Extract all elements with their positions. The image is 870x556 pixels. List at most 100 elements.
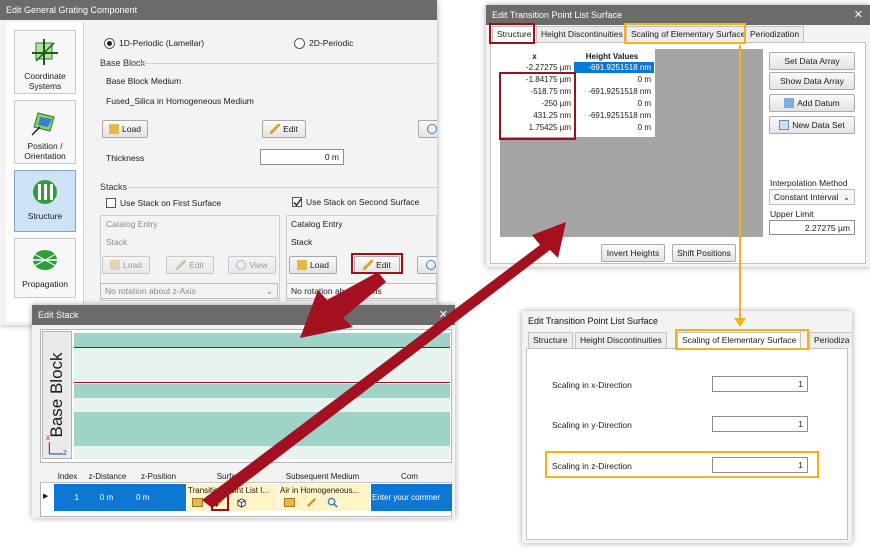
first-rotation-dropdown[interactable]: No rotation about z-Axis ⌄: [100, 283, 278, 299]
grid-x-3[interactable]: -250 µm: [500, 98, 574, 109]
magnifier-icon: [426, 124, 437, 134]
grid-x-0[interactable]: -2.27275 µm: [500, 62, 574, 73]
first-stack-label: Stack: [106, 237, 128, 247]
base-block-medium-label: Base Block Medium: [106, 76, 182, 86]
medium-load-icon[interactable]: [284, 498, 295, 507]
col-header-x: x: [532, 52, 537, 61]
chevron-down-icon: ⌄: [842, 192, 850, 202]
axis-label-z: z: [63, 448, 67, 457]
grid-x-2[interactable]: -518.75 nm: [500, 86, 574, 97]
folder-icon: [297, 260, 308, 270]
upper-limit-input[interactable]: 2.27275 µm: [769, 220, 855, 235]
radio-1d-periodic[interactable]: [104, 38, 115, 49]
scaling-window: Edit Transition Point List Surface Struc…: [522, 311, 852, 543]
upper-limit-label: Upper Limit: [770, 209, 814, 219]
use-stack-first-checkbox[interactable]: [106, 198, 116, 208]
magnifier-icon: [425, 260, 436, 270]
structure-icon: [33, 180, 57, 204]
scaling-y-input[interactable]: 1: [712, 416, 808, 432]
second-stack-view-button[interactable]: [417, 256, 437, 274]
stack-titlebar: Edit Stack ✕: [32, 305, 455, 325]
stack-layer-3: [74, 384, 450, 398]
sidebar-label-position-orientation: Position / Orientation: [24, 141, 66, 161]
sidebar-item-propagation[interactable]: Propagation: [14, 238, 76, 298]
scaling-title: Edit Transition Point List Surface: [528, 316, 659, 326]
scaling-z-label: Scaling in z-Direction: [552, 461, 632, 471]
row-z-position: 0 m: [136, 493, 150, 502]
use-stack-second-checkbox[interactable]: [292, 197, 302, 207]
invert-heights-button[interactable]: Invert Heights: [601, 244, 665, 262]
row-surface: Transition Point List I...: [188, 486, 270, 495]
position-orientation-icon: [31, 112, 55, 136]
radio-2d-periodic[interactable]: [294, 38, 305, 49]
second-stack-load-button[interactable]: Load: [289, 256, 337, 274]
medium-edit-pencil-icon[interactable]: [306, 497, 317, 508]
close-icon[interactable]: ✕: [439, 305, 448, 325]
second-rotation-dropdown[interactable]: No rotation about z-Axis: [286, 283, 437, 299]
show-data-array-button[interactable]: Show Data Array: [769, 72, 855, 90]
pencil-icon: [363, 260, 374, 270]
base-block-view-button[interactable]: [418, 120, 437, 138]
medium-magnifier-icon[interactable]: [327, 497, 338, 508]
second-catalog-entry-label: Catalog Entry: [291, 219, 343, 229]
base-block-load-button[interactable]: Load: [102, 120, 148, 138]
grid-h-5[interactable]: 0 m: [574, 122, 654, 133]
sidebar-item-coordinate-systems[interactable]: Coordinate Systems: [14, 30, 76, 94]
col-header-z-distance: z-Distance: [88, 472, 127, 481]
interpolation-method-label: Interpolation Method: [770, 178, 848, 188]
scaling-z-input[interactable]: 1: [712, 457, 808, 473]
tab-height-discontinuities-2[interactable]: Height Discontinuities: [575, 332, 667, 348]
stack-layer-6: [74, 446, 450, 459]
sidebar-item-position-orientation[interactable]: Position / Orientation: [14, 100, 76, 164]
tab-scaling-elementary[interactable]: Scaling of Elementary Surface: [626, 26, 751, 42]
axis-label-x: x: [46, 433, 50, 442]
stack-title: Edit Stack: [38, 310, 79, 320]
new-data-set-button[interactable]: New Data Set: [769, 116, 855, 134]
sidebar-label-structure: Structure: [27, 211, 63, 221]
shift-positions-button[interactable]: Shift Positions: [672, 244, 736, 262]
col-header-comment: Com: [401, 472, 418, 481]
second-stack-label: Stack: [291, 237, 313, 247]
tpl-window: Edit Transition Point List Surface ✕ Stru…: [486, 5, 870, 267]
col-header-z-position: z-Position: [140, 472, 177, 481]
grating-window: Edit General Grating Component Coordinat…: [0, 0, 437, 325]
tab-structure[interactable]: Structure: [492, 26, 537, 42]
first-stack-edit-button[interactable]: Edit: [166, 256, 214, 274]
scaling-x-input[interactable]: 1: [712, 376, 808, 392]
grid-h-4[interactable]: -691.9251518 nm: [574, 110, 654, 121]
chevron-down-icon: ⌄: [265, 286, 273, 296]
col-header-index: Index: [57, 472, 78, 481]
grid-x-4[interactable]: 431.25 nm: [500, 110, 574, 121]
surface-edit-pencil-icon[interactable]: [214, 497, 225, 508]
base-block-edit-button[interactable]: Edit: [262, 120, 306, 138]
grid-x-5[interactable]: 1.75425 µm: [500, 122, 574, 133]
set-data-array-button[interactable]: Set Data Array: [769, 52, 855, 70]
first-stack-view-button[interactable]: View: [228, 256, 276, 274]
second-stack-edit-button[interactable]: Edit: [354, 256, 400, 274]
tab-scaling-elementary-2[interactable]: Scaling of Elementary Surface: [677, 332, 802, 348]
stack-layer-2: [74, 347, 450, 383]
thickness-input[interactable]: 0 m: [260, 149, 344, 165]
col-header-subsequent-medium: Subsequent Medium: [285, 472, 360, 481]
grid-h-2[interactable]: -691.9251518 nm: [574, 86, 654, 97]
interpolation-method-dropdown[interactable]: Constant Interval ⌄: [769, 189, 855, 205]
sidebar-item-structure[interactable]: Structure: [14, 170, 76, 232]
tab-height-discontinuities[interactable]: Height Discontinuities: [536, 26, 628, 42]
first-catalog-entry-label: Catalog Entry: [106, 219, 158, 229]
grid-h-3[interactable]: 0 m: [574, 98, 654, 109]
surface-cube-icon[interactable]: [236, 497, 247, 508]
surface-load-icon[interactable]: [192, 498, 203, 507]
grid-x-1[interactable]: -1.84175 µm: [500, 74, 574, 85]
add-datum-button[interactable]: Add Datum: [769, 94, 855, 112]
grating-titlebar: Edit General Grating Component: [0, 0, 437, 20]
tab-periodization-2[interactable]: Periodiza: [809, 332, 852, 348]
grid-h-0[interactable]: -691.9251518 nm: [574, 62, 654, 73]
first-stack-load-button[interactable]: Load: [102, 256, 150, 274]
tab-structure-2[interactable]: Structure: [528, 332, 573, 348]
tab-periodization[interactable]: Periodization: [745, 26, 805, 42]
col-header-surface: Surface: [216, 472, 245, 481]
grid-h-1[interactable]: 0 m: [574, 74, 654, 85]
folder-icon: [110, 260, 121, 270]
close-icon[interactable]: ✕: [854, 5, 863, 25]
col-header-height: Height Values: [585, 52, 639, 61]
